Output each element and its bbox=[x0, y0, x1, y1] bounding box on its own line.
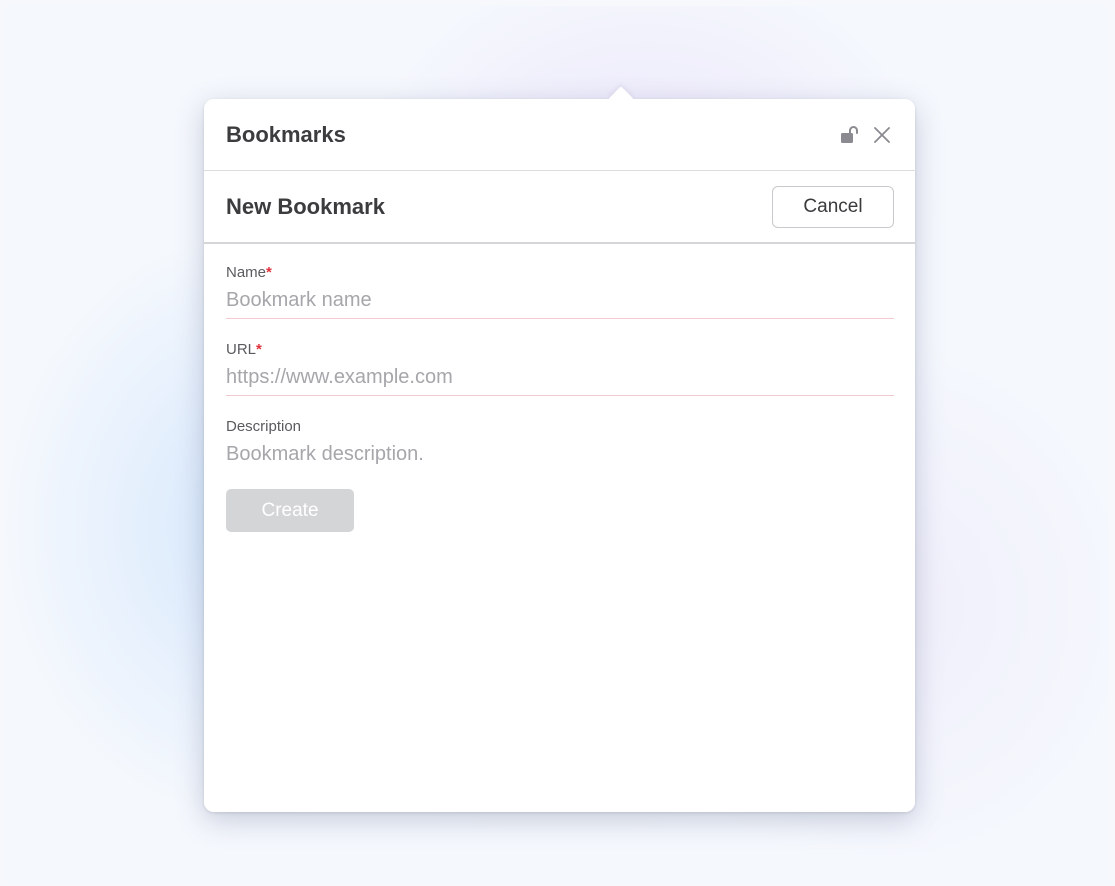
close-icon[interactable] bbox=[871, 124, 893, 146]
bookmark-form: Name* URL* Description Create bbox=[204, 244, 915, 532]
lock-open-icon bbox=[841, 125, 858, 143]
description-input[interactable] bbox=[226, 441, 894, 475]
name-input[interactable] bbox=[226, 287, 894, 319]
name-label: Name* bbox=[226, 264, 894, 281]
create-button[interactable]: Create bbox=[226, 489, 354, 532]
required-mark: * bbox=[256, 341, 262, 358]
required-mark: * bbox=[266, 264, 272, 281]
url-label: URL* bbox=[226, 341, 894, 358]
popover-title: Bookmarks bbox=[226, 121, 346, 147]
bookmarks-popover: Bookmarks New Bookmark Cancel Name* Book… bbox=[204, 86, 915, 812]
description-label: Description bbox=[226, 418, 894, 435]
popover-titlebar: Bookmarks bbox=[204, 99, 915, 171]
cancel-button[interactable]: Cancel bbox=[772, 185, 894, 228]
description-label-text: Description bbox=[226, 418, 302, 435]
url-input[interactable] bbox=[226, 364, 894, 396]
description-field-group: Description bbox=[226, 418, 894, 475]
popover-content: Bookmarks New Bookmark Cancel Name* Book… bbox=[204, 99, 915, 812]
name-field-group: Name* bbox=[226, 264, 894, 319]
url-field-group: URL* bbox=[226, 341, 894, 396]
close-icon bbox=[874, 126, 890, 143]
new-bookmark-header: New Bookmark Cancel bbox=[204, 171, 915, 244]
lock-open-icon[interactable] bbox=[839, 124, 861, 146]
url-label-text: URL bbox=[226, 341, 257, 358]
name-label-text: Name bbox=[226, 264, 267, 281]
titlebar-icons bbox=[839, 124, 893, 146]
new-bookmark-heading: New Bookmark bbox=[226, 193, 385, 219]
